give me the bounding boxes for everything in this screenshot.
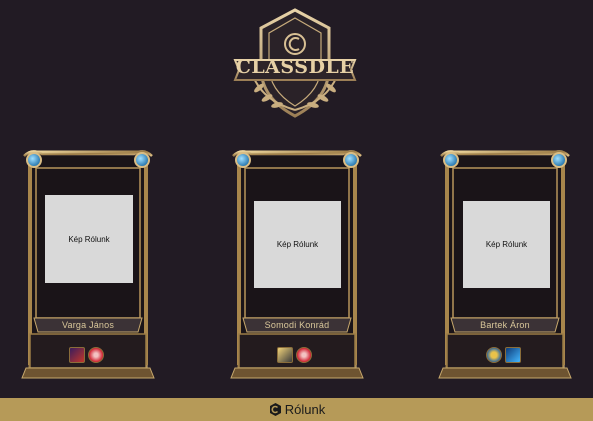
- classdle-logo[interactable]: CLASSDLE: [233, 6, 357, 124]
- member-badges: [486, 347, 521, 363]
- photo-placeholder-label: Kép Rólunk: [276, 240, 319, 249]
- wow-logo-icon[interactable]: [486, 347, 502, 363]
- blue-dragon-icon[interactable]: [505, 347, 521, 363]
- member-badges: [277, 347, 312, 363]
- member-card: Kép Rólunk Varga János: [20, 146, 156, 380]
- footer-rolunk-link[interactable]: Rólunk: [268, 402, 325, 417]
- logo-text: CLASSDLE: [235, 56, 355, 78]
- footer-rolunk-label: Rólunk: [284, 402, 326, 417]
- classdle-c-icon: [269, 403, 281, 416]
- footer: Rólunk: [0, 398, 593, 421]
- photo-placeholder-label: Kép Rólunk: [68, 234, 110, 244]
- member-name: Bartek Áron: [480, 320, 530, 330]
- pink-role-icon[interactable]: [88, 347, 104, 363]
- photo-placeholder-label: Kép Rólunk: [485, 240, 528, 249]
- member-card: Kép Rólunk Bartek Áron: [437, 146, 573, 380]
- red-champion-icon[interactable]: [69, 347, 85, 363]
- pink-role-icon[interactable]: [296, 347, 312, 363]
- member-name: Varga János: [61, 320, 115, 330]
- member-photo: Kép Rólunk: [254, 201, 341, 288]
- member-badges: [69, 347, 104, 363]
- member-name: Somodi Konrád: [264, 320, 330, 330]
- member-card: Kép Rólunk Somodi Konrád: [229, 146, 365, 380]
- gold-champion-icon[interactable]: [277, 347, 293, 363]
- member-photo: Kép Rólunk: [45, 195, 133, 283]
- member-photo: Kép Rólunk: [463, 201, 550, 288]
